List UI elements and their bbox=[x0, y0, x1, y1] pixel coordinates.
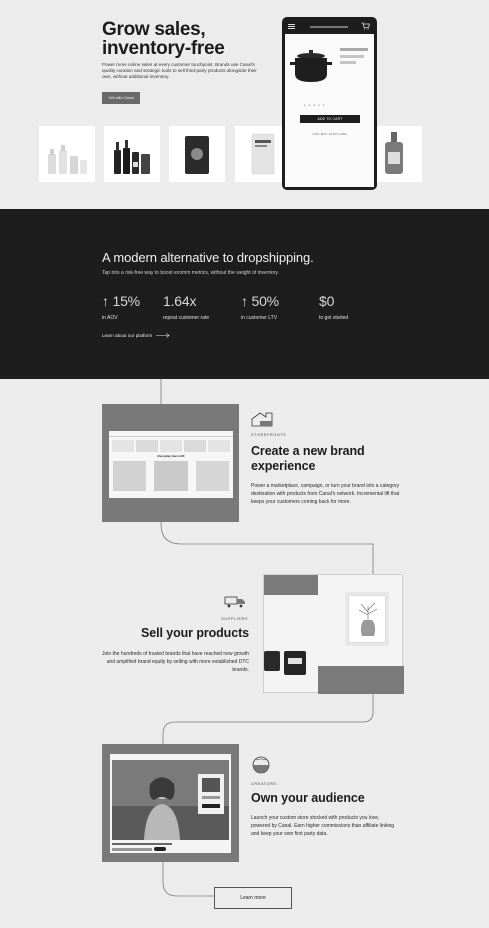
hero-subtitle: Power more online sales at every custome… bbox=[102, 62, 257, 80]
stat-label: in AOV bbox=[102, 315, 118, 321]
image-accent-bottom bbox=[318, 666, 404, 694]
stat-repeat-rate: 1.64x repeat customer rate bbox=[163, 293, 209, 321]
framed-art bbox=[348, 595, 386, 643]
stat-label: to get started bbox=[319, 315, 349, 321]
product-tile-bottles[interactable] bbox=[39, 126, 95, 182]
learn-more-button[interactable]: Learn more bbox=[214, 887, 292, 909]
suppliers-title: Sell your products bbox=[141, 626, 249, 640]
suppliers-image bbox=[263, 574, 404, 694]
suppliers-desc: Join the hundreds of trusted brands that… bbox=[101, 651, 249, 674]
add-to-cart-button[interactable]: ADD TO CART bbox=[300, 115, 360, 123]
creators-desc: Launch your custom store stocked with pr… bbox=[251, 815, 395, 838]
bottle-set-image bbox=[48, 145, 87, 174]
cart-icon bbox=[361, 22, 370, 30]
creator-avatar-row bbox=[112, 848, 152, 851]
product-tile-pouch[interactable] bbox=[169, 126, 225, 182]
suppliers-eyebrow: SUPPLIERS bbox=[221, 617, 248, 621]
creators-image bbox=[102, 744, 239, 862]
storefront-icon bbox=[251, 412, 273, 427]
hero-title: Grow sales, inventory-free bbox=[102, 19, 225, 59]
storefront-mock: Everyday Hero Gift bbox=[109, 431, 233, 498]
metrics-subtitle: Tap into a risk-free way to boost ecomm … bbox=[102, 270, 279, 276]
stat-value: $0 bbox=[319, 293, 335, 309]
candle-jar-left bbox=[264, 651, 280, 671]
coffee-pouch-image bbox=[185, 136, 209, 174]
stat-value: 1.64x bbox=[163, 293, 197, 309]
learn-platform-label: Learn about our platform bbox=[102, 333, 153, 338]
metrics-section: A modern alternative to dropshipping. Ta… bbox=[0, 209, 489, 379]
kraft-bag-image bbox=[251, 133, 275, 175]
phone-screen: ● ● ● ● ● ADD TO CART YOU MAY ALSO LIKE bbox=[285, 34, 374, 187]
creator-photo bbox=[112, 760, 229, 840]
stat-ltv: ↑ 50% in customer LTV bbox=[241, 293, 279, 321]
creators-eyebrow: CREATORS bbox=[251, 782, 277, 786]
truck-icon bbox=[224, 596, 245, 608]
storefronts-image: Everyday Hero Gift bbox=[102, 404, 239, 522]
creators-title: Own your audience bbox=[251, 791, 365, 805]
stat-label: repeat customer rate bbox=[163, 315, 210, 321]
image-accent-top bbox=[264, 575, 318, 595]
storefronts-title: Create a new brand experience bbox=[251, 444, 365, 473]
product-price-placeholder bbox=[340, 61, 356, 64]
vase-illustration bbox=[358, 602, 378, 636]
mock-product-grid bbox=[113, 461, 229, 491]
mock-heading: Everyday Hero Gift bbox=[157, 454, 185, 458]
creator-portrait bbox=[112, 760, 229, 840]
logo-bar bbox=[310, 26, 348, 28]
metrics-title: A modern alternative to dropshipping. bbox=[102, 250, 314, 265]
stat-aov: ↑ 15% in AOV bbox=[102, 293, 140, 321]
creator-caption-line bbox=[112, 843, 172, 845]
product-tile-sauces[interactable] bbox=[104, 126, 160, 182]
storefronts-eyebrow: STOREFRONTS bbox=[251, 433, 287, 437]
stat-value: ↑ 50% bbox=[241, 293, 279, 309]
creator-follow-pill bbox=[154, 847, 166, 851]
storefronts-desc: Power a marketplace, campaign, or turn y… bbox=[251, 483, 400, 506]
stat-value: ↑ 15% bbox=[102, 293, 140, 309]
arrow-right-icon bbox=[156, 333, 170, 338]
stat-cost: $0 to get started bbox=[319, 293, 348, 321]
stat-label: in customer LTV bbox=[241, 315, 278, 321]
hamburger-middle bbox=[288, 26, 295, 27]
creator-mock bbox=[110, 754, 231, 853]
sell-with-canal-button[interactable]: Sell with Canal bbox=[102, 92, 140, 104]
sauce-bottles-image bbox=[114, 140, 150, 174]
mock-category-strip bbox=[112, 440, 230, 452]
hero-section: Grow sales, inventory-free Power more on… bbox=[0, 0, 489, 209]
carousel-dots: ● ● ● ● ● bbox=[304, 103, 326, 107]
you-may-also-like-label: YOU MAY ALSO LIKE bbox=[312, 132, 347, 136]
learn-platform-link[interactable]: Learn about our platform bbox=[102, 333, 170, 338]
mock-nav bbox=[109, 431, 233, 437]
oil-bottle-image bbox=[385, 132, 403, 174]
dutch-oven-image bbox=[290, 50, 332, 82]
product-title-placeholder bbox=[340, 48, 368, 51]
candle-jar-right bbox=[284, 651, 306, 675]
phone-mockup: ● ● ● ● ● ADD TO CART YOU MAY ALSO LIKE bbox=[282, 17, 377, 190]
product-subtitle-placeholder bbox=[340, 55, 364, 58]
creator-icon bbox=[252, 756, 270, 774]
